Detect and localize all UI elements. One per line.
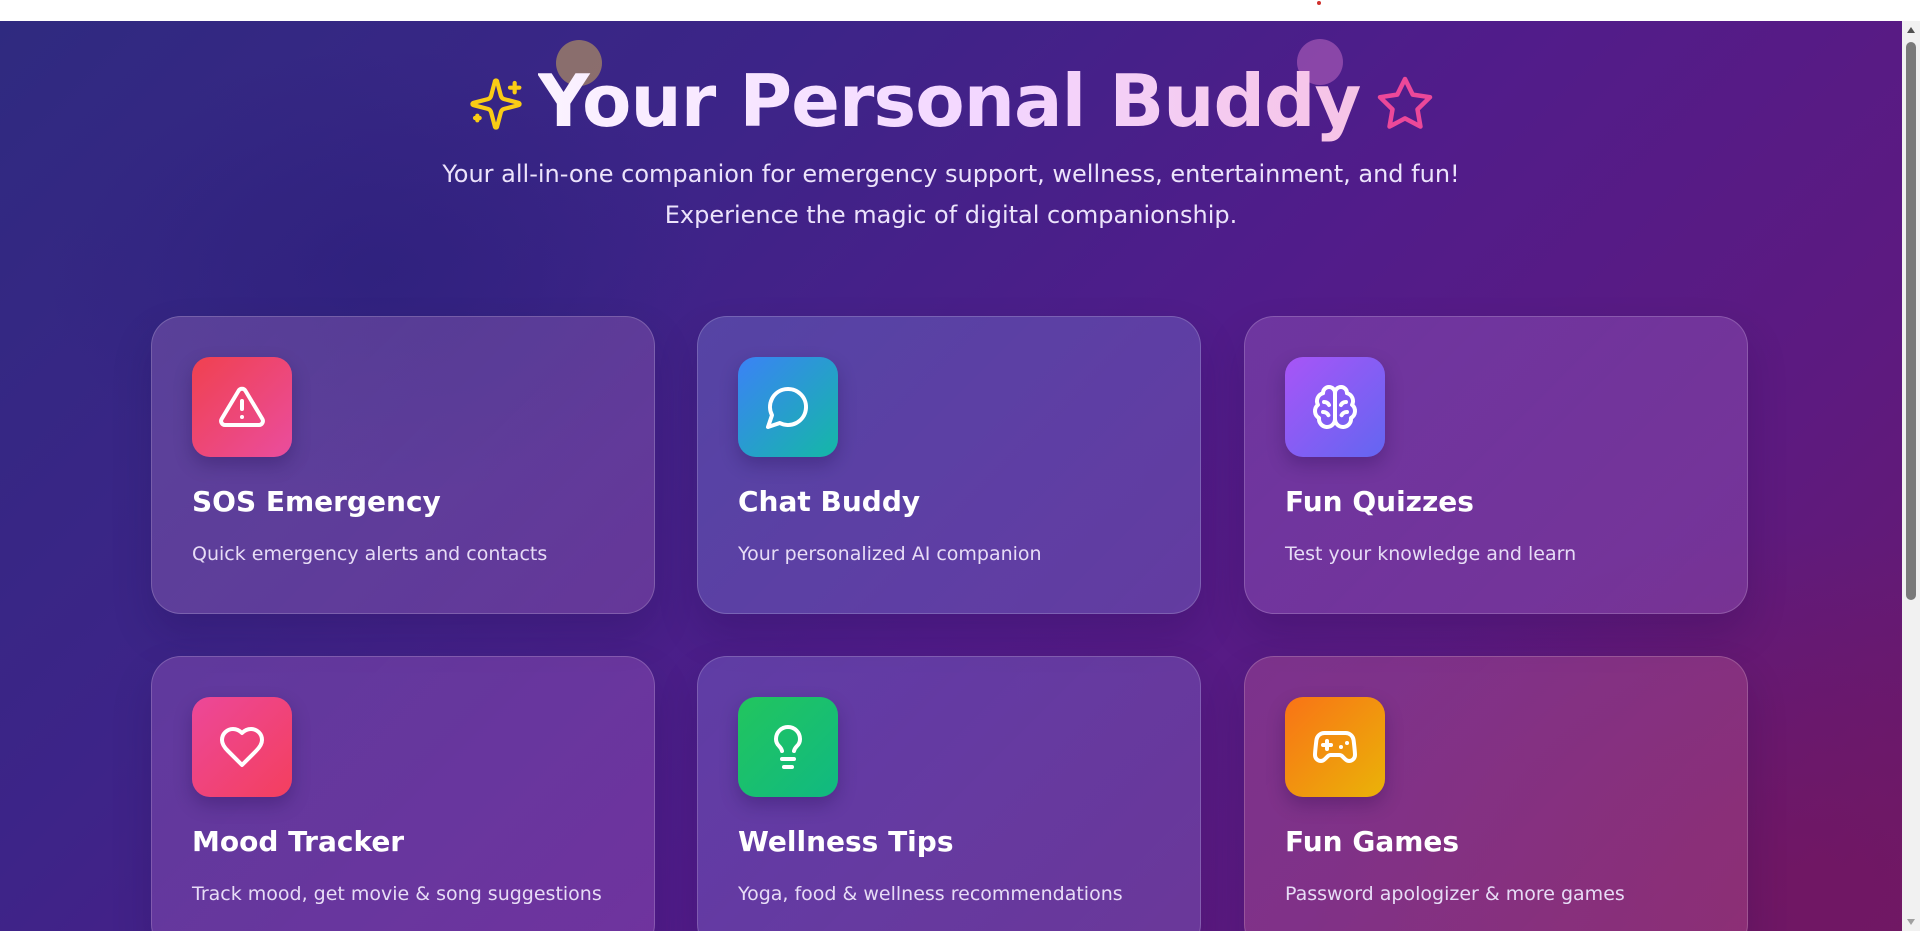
card-description: Test your knowledge and learn [1285, 543, 1577, 565]
page-title: Your Personal Buddy [538, 51, 1362, 151]
hero-subtitle: Your all-in-one companion for emergency … [0, 154, 1902, 236]
card-icon-tile [1285, 697, 1385, 797]
card-title: Mood Tracker [192, 825, 405, 858]
card-description: Password apologizer & more games [1285, 883, 1625, 905]
hero-header: Your Personal Buddy [0, 51, 1902, 151]
sparkles-icon [469, 78, 522, 130]
card-title: Chat Buddy [738, 485, 921, 518]
page-viewport: Your Personal Buddy Your all-in-one comp… [0, 21, 1902, 931]
card-title: Fun Quizzes [1285, 485, 1474, 518]
scrollbar-thumb[interactable] [1906, 42, 1916, 600]
subtitle-line: Your all-in-one companion for emergency … [442, 160, 1460, 188]
card-description: Quick emergency alerts and contacts [192, 543, 548, 565]
feature-card-fun-quizzes[interactable]: Fun Quizzes Test your knowledge and lear… [1244, 316, 1748, 614]
subtitle-line: Experience the magic of digital companio… [664, 201, 1238, 229]
star-icon [1377, 76, 1432, 129]
heart-icon [220, 727, 264, 767]
scroll-down-icon[interactable] [1902, 913, 1920, 931]
vertical-scrollbar[interactable] [1902, 21, 1920, 931]
feature-card-sos-emergency[interactable]: SOS Emergency Quick emergency alerts and… [151, 316, 655, 614]
card-icon-tile [1285, 357, 1385, 457]
card-title: SOS Emergency [192, 485, 441, 518]
indicator-dot [1317, 1, 1321, 5]
card-description: Track mood, get movie & song suggestions [192, 883, 602, 905]
feature-card-mood-tracker[interactable]: Mood Tracker Track mood, get movie & son… [151, 656, 655, 931]
card-title: Fun Games [1285, 825, 1460, 858]
message-circle-icon [766, 387, 808, 429]
browser-top-strip [0, 0, 1920, 21]
card-icon-tile [192, 357, 292, 457]
card-description: Yoga, food & wellness recommendations [738, 883, 1123, 905]
card-icon-tile [738, 697, 838, 797]
feature-card-chat-buddy[interactable]: Chat Buddy Your personalized AI companio… [697, 316, 1201, 614]
feature-card-wellness-tips[interactable]: Wellness Tips Yoga, food & wellness reco… [697, 656, 1201, 931]
card-description: Your personalized AI companion [738, 543, 1042, 565]
lightbulb-icon [774, 725, 802, 769]
card-icon-tile [192, 697, 292, 797]
scroll-up-icon[interactable] [1902, 21, 1920, 39]
gamepad-icon [1313, 731, 1357, 763]
feature-card-fun-games[interactable]: Fun Games Password apologizer & more gam… [1244, 656, 1748, 931]
card-icon-tile [738, 357, 838, 457]
card-title: Wellness Tips [738, 825, 954, 858]
brain-icon [1313, 385, 1357, 429]
alert-triangle-icon [219, 386, 265, 427]
